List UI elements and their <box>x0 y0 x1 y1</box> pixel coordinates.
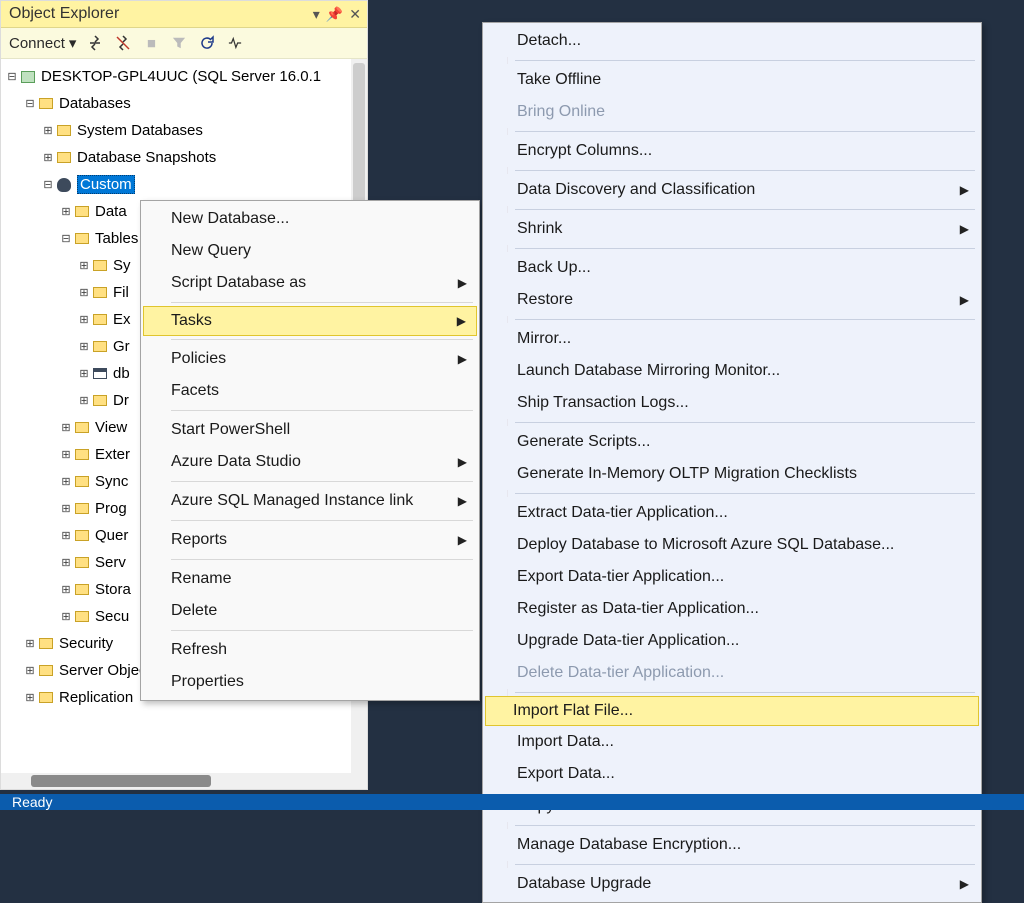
menu-separator <box>515 422 975 423</box>
menu-mirror[interactable]: Mirror... <box>485 323 979 355</box>
menu-separator <box>515 864 975 865</box>
menu-register-data-tier-app[interactable]: Register as Data-tier Application... <box>485 593 979 625</box>
menu-reports[interactable]: Reports▶ <box>143 524 477 556</box>
menu-separator <box>515 131 975 132</box>
menu-generate-oltp-checklists[interactable]: Generate In-Memory OLTP Migration Checkl… <box>485 458 979 490</box>
menu-separator <box>515 209 975 210</box>
submenu-arrow-icon: ▶ <box>960 877 969 891</box>
context-menu-database: New Database... New Query Script Databas… <box>140 200 480 701</box>
submenu-arrow-icon: ▶ <box>458 352 467 366</box>
menu-extract-data-tier-app[interactable]: Extract Data-tier Application... <box>485 497 979 529</box>
pin-icon[interactable]: 📌 <box>326 6 343 23</box>
connect-object-icon[interactable] <box>86 34 104 52</box>
menu-import-data[interactable]: Import Data... <box>485 726 979 758</box>
menu-detach[interactable]: Detach... <box>485 25 979 57</box>
refresh-icon[interactable] <box>198 34 216 52</box>
menu-shrink[interactable]: Shrink▶ <box>485 213 979 245</box>
menu-facets[interactable]: Facets <box>143 375 477 407</box>
menu-separator <box>515 248 975 249</box>
submenu-arrow-icon: ▶ <box>458 455 467 469</box>
menu-encrypt-columns[interactable]: Encrypt Columns... <box>485 135 979 167</box>
menu-generate-scripts[interactable]: Generate Scripts... <box>485 426 979 458</box>
disconnect-icon[interactable] <box>114 34 132 52</box>
menu-separator <box>515 170 975 171</box>
tree-node-custom-db[interactable]: Custom <box>1 171 367 198</box>
panel-title-bar: Object Explorer ▾ 📌 ✕ <box>1 1 367 28</box>
status-bar: Ready <box>0 794 1024 810</box>
submenu-arrow-icon: ▶ <box>458 533 467 547</box>
menu-start-powershell[interactable]: Start PowerShell <box>143 414 477 446</box>
menu-data-discovery-classification[interactable]: Data Discovery and Classification▶ <box>485 174 979 206</box>
menu-separator <box>171 630 473 631</box>
tree-node-database-snapshots[interactable]: Database Snapshots <box>1 144 367 171</box>
menu-export-data-tier-app[interactable]: Export Data-tier Application... <box>485 561 979 593</box>
tree-node-selected[interactable]: Custom <box>77 175 135 194</box>
menu-azure-data-studio[interactable]: Azure Data Studio▶ <box>143 446 477 478</box>
submenu-arrow-icon: ▶ <box>458 276 467 290</box>
menu-separator <box>171 302 473 303</box>
submenu-arrow-icon: ▶ <box>457 314 466 328</box>
menu-policies[interactable]: Policies▶ <box>143 343 477 375</box>
menu-rename[interactable]: Rename <box>143 563 477 595</box>
menu-database-upgrade[interactable]: Database Upgrade▶ <box>485 868 979 900</box>
menu-separator <box>171 520 473 521</box>
tree-node-server[interactable]: DESKTOP-GPL4UUC (SQL Server 16.0.1 <box>1 63 367 90</box>
menu-properties[interactable]: Properties <box>143 666 477 698</box>
context-menu-tasks: Detach... Take Offline Bring Online Encr… <box>482 22 982 903</box>
menu-new-query[interactable]: New Query <box>143 235 477 267</box>
stop-icon[interactable]: ■ <box>142 34 160 52</box>
menu-separator <box>515 825 975 826</box>
menu-separator <box>515 493 975 494</box>
connect-button[interactable]: Connect▾ <box>9 34 76 52</box>
activity-icon[interactable] <box>226 34 244 52</box>
menu-ship-transaction-logs[interactable]: Ship Transaction Logs... <box>485 387 979 419</box>
menu-separator <box>171 410 473 411</box>
submenu-arrow-icon: ▶ <box>458 494 467 508</box>
menu-upgrade-data-tier-app[interactable]: Upgrade Data-tier Application... <box>485 625 979 657</box>
menu-separator <box>515 60 975 61</box>
panel-toolbar: Connect▾ ■ <box>1 28 367 59</box>
menu-manage-database-encryption[interactable]: Manage Database Encryption... <box>485 829 979 861</box>
submenu-arrow-icon: ▶ <box>960 183 969 197</box>
menu-separator <box>171 559 473 560</box>
menu-separator <box>171 481 473 482</box>
menu-azure-managed-instance-link[interactable]: Azure SQL Managed Instance link▶ <box>143 485 477 517</box>
menu-separator <box>515 319 975 320</box>
panel-title: Object Explorer <box>9 5 119 23</box>
menu-launch-mirroring-monitor[interactable]: Launch Database Mirroring Monitor... <box>485 355 979 387</box>
menu-delete[interactable]: Delete <box>143 595 477 627</box>
close-icon[interactable]: ✕ <box>349 6 361 23</box>
menu-delete-data-tier-app: Delete Data-tier Application... <box>485 657 979 689</box>
menu-restore[interactable]: Restore▶ <box>485 284 979 316</box>
menu-deploy-to-azure-sql[interactable]: Deploy Database to Microsoft Azure SQL D… <box>485 529 979 561</box>
submenu-arrow-icon: ▶ <box>960 222 969 236</box>
horizontal-scrollbar[interactable] <box>1 773 351 789</box>
tree-node-system-databases[interactable]: System Databases <box>1 117 367 144</box>
submenu-arrow-icon: ▶ <box>960 293 969 307</box>
status-text: Ready <box>12 794 52 810</box>
filter-icon[interactable] <box>170 34 188 52</box>
menu-bring-online: Bring Online <box>485 96 979 128</box>
tree-node-databases[interactable]: Databases <box>1 90 367 117</box>
menu-back-up[interactable]: Back Up... <box>485 252 979 284</box>
menu-take-offline[interactable]: Take Offline <box>485 64 979 96</box>
menu-import-flat-file[interactable]: Import Flat File... <box>485 696 979 726</box>
window-options-icon[interactable]: ▾ <box>313 6 320 23</box>
menu-script-database-as[interactable]: Script Database as▶ <box>143 267 477 299</box>
menu-tasks[interactable]: Tasks▶ <box>143 306 477 336</box>
menu-refresh[interactable]: Refresh <box>143 634 477 666</box>
menu-separator <box>515 692 975 693</box>
menu-separator <box>171 339 473 340</box>
menu-new-database[interactable]: New Database... <box>143 203 477 235</box>
menu-export-data[interactable]: Export Data... <box>485 758 979 790</box>
